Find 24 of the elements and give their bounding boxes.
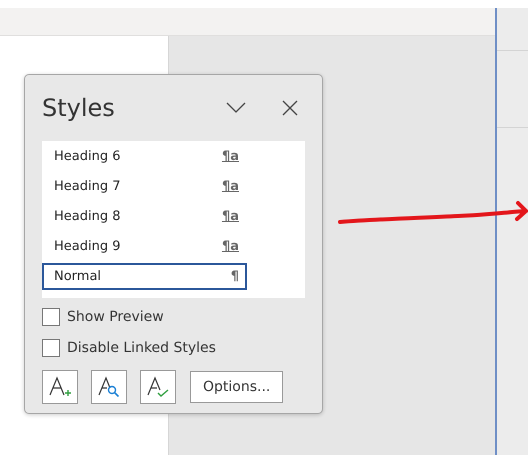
new-style-button[interactable] — [42, 370, 78, 404]
style-item[interactable]: Heading 8 ¶a — [42, 203, 247, 230]
checkbox[interactable] — [42, 308, 60, 326]
style-item[interactable]: Heading 9 ¶a — [42, 233, 247, 260]
options-button[interactable]: Options... — [190, 371, 284, 403]
checkbox-label: Disable Linked Styles — [67, 340, 216, 356]
checkbox-label: Show Preview — [67, 309, 164, 325]
chevron-down-icon[interactable] — [226, 102, 246, 114]
style-type-symbol: ¶a — [222, 239, 239, 254]
style-item[interactable]: Heading 6 ¶a — [42, 143, 247, 170]
letter-check-icon — [146, 375, 170, 399]
checkbox[interactable] — [42, 339, 60, 357]
style-type-symbol: ¶a — [222, 179, 239, 194]
style-type-symbol: ¶ — [230, 269, 239, 284]
style-type-symbol: ¶a — [222, 209, 239, 224]
style-inspector-button[interactable] — [91, 370, 127, 404]
close-icon[interactable] — [282, 100, 298, 116]
manage-styles-button[interactable] — [140, 370, 176, 404]
style-item[interactable]: Heading 7 ¶a — [42, 173, 247, 200]
letter-magnifier-icon — [97, 375, 121, 399]
pane-title: Styles — [42, 94, 116, 122]
letter-plus-icon — [48, 375, 72, 399]
style-type-symbol: ¶a — [222, 149, 239, 164]
style-item[interactable]: Normal ¶ — [42, 263, 247, 290]
